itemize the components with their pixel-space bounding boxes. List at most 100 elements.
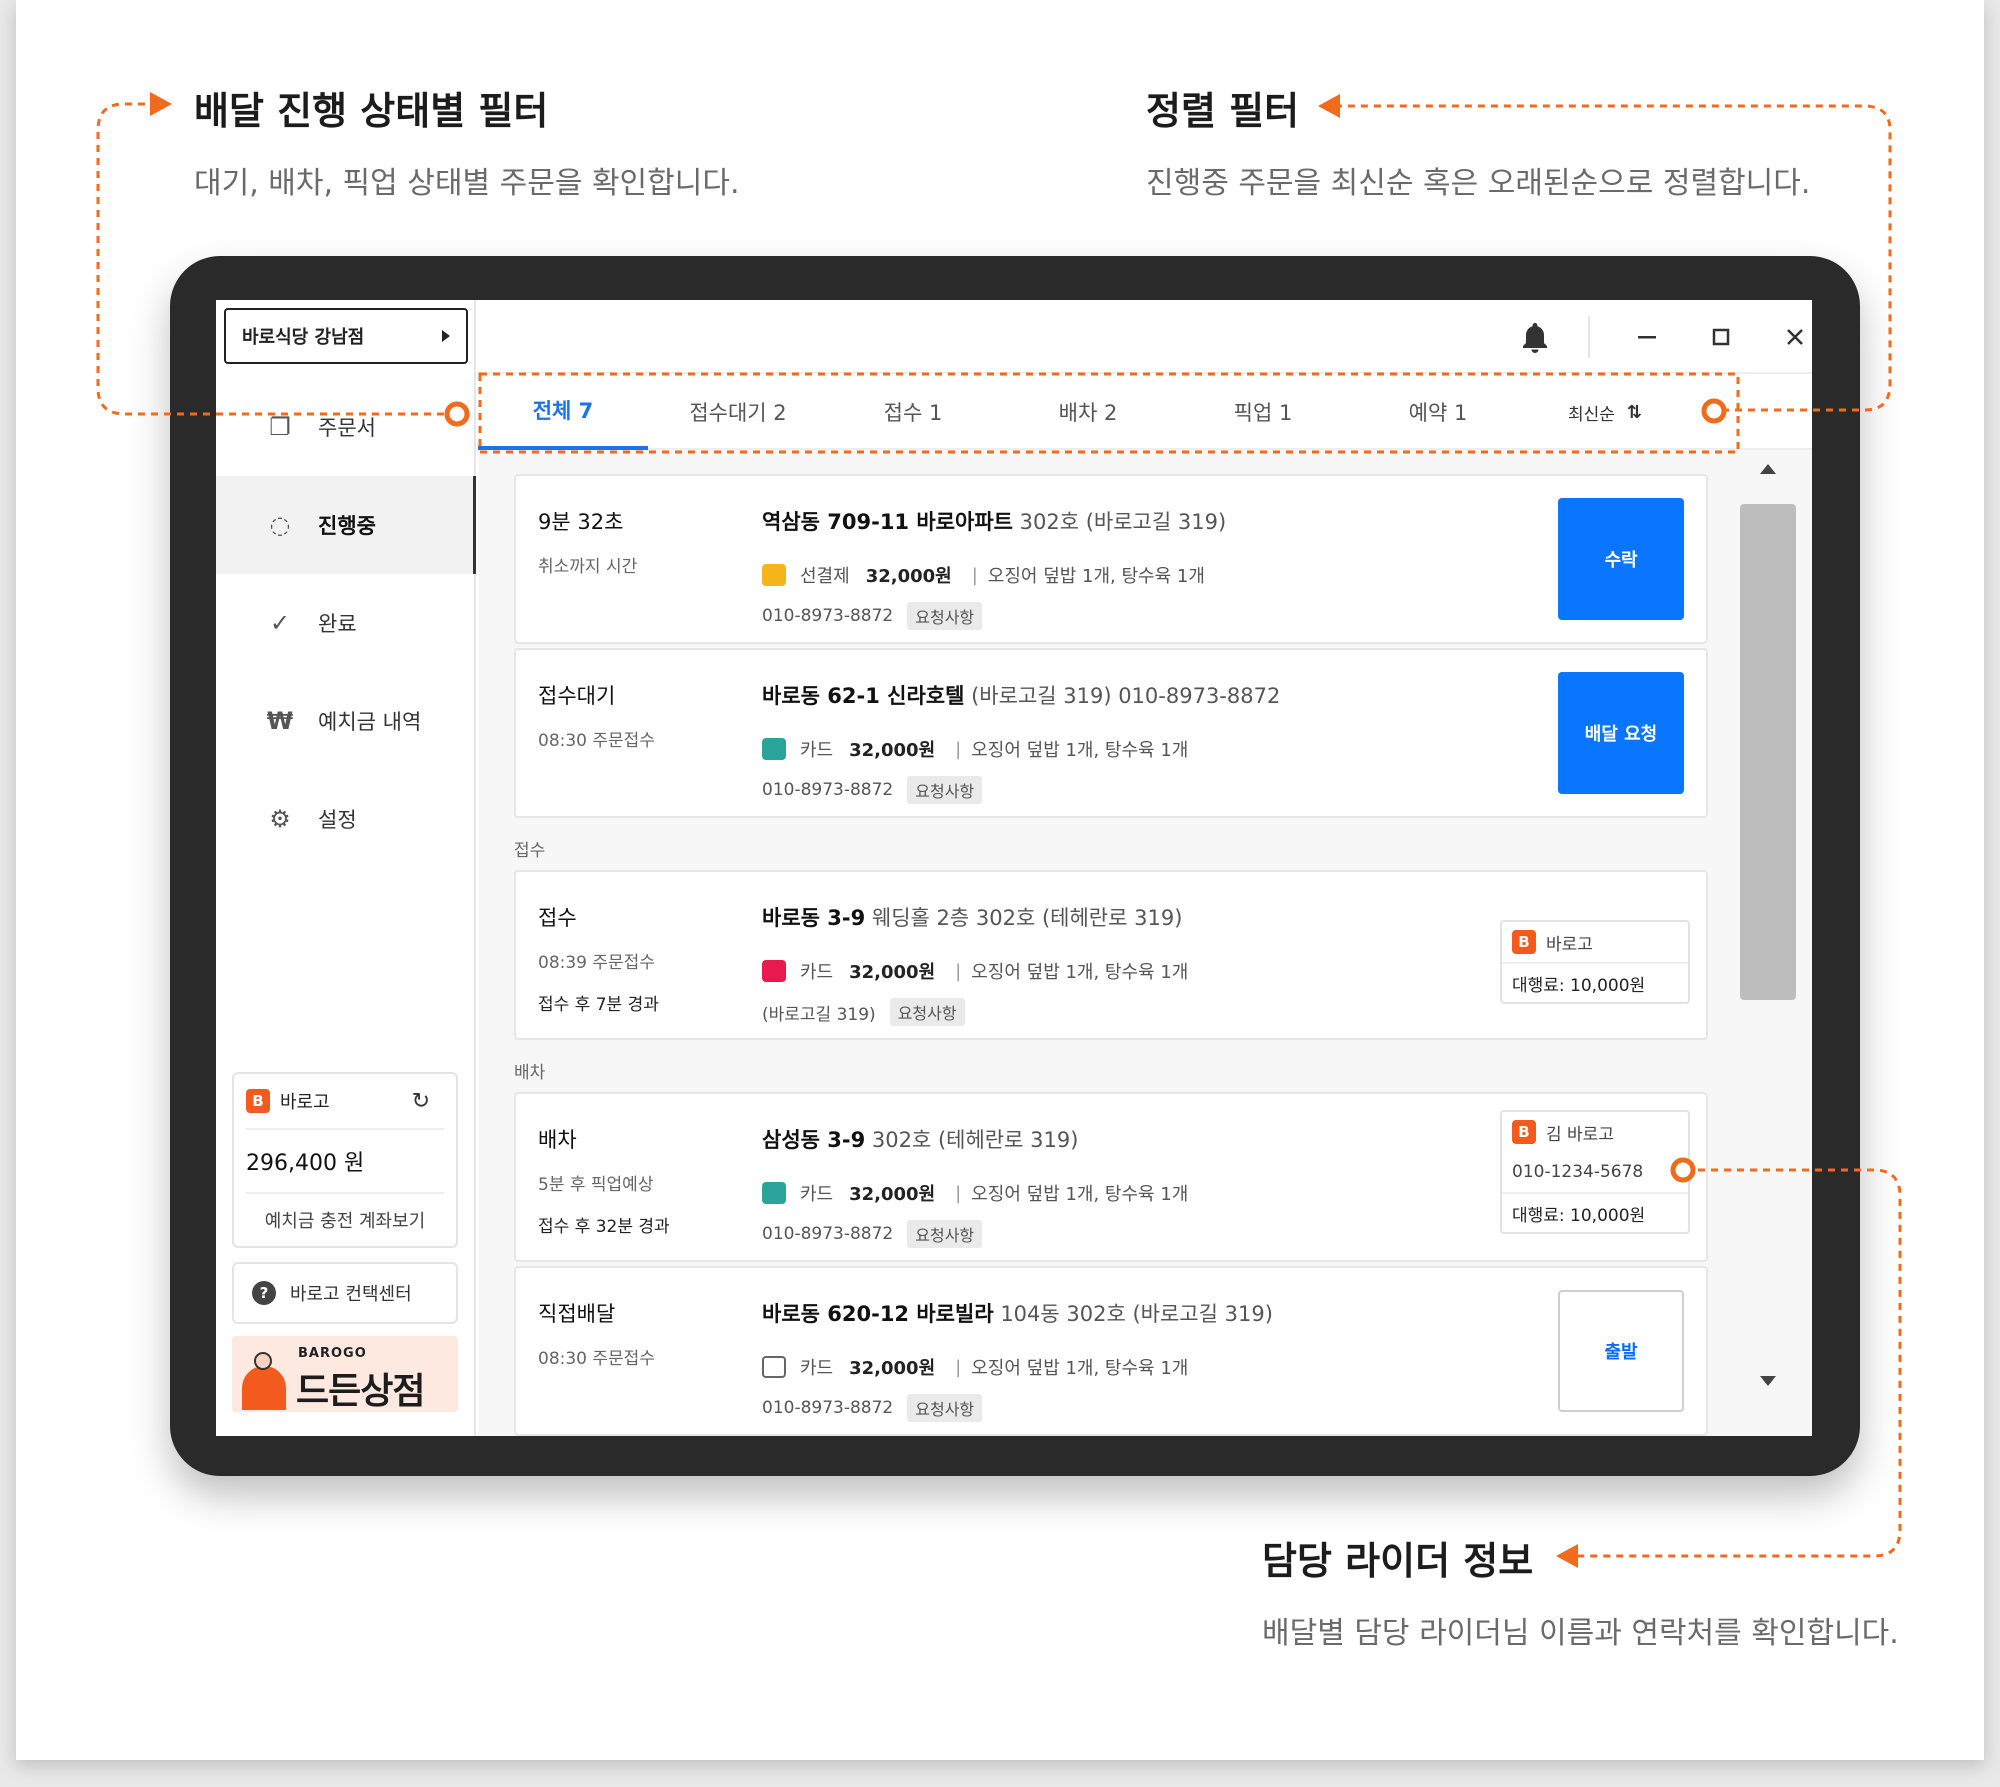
address-detail: 302호 (테헤란로 319) (865, 1128, 1079, 1152)
request-tag[interactable]: 요청사항 (907, 1394, 983, 1422)
card-payment-icon (762, 738, 786, 760)
payment-method: 카드 (800, 962, 834, 983)
app-window: 바로식당 강남점 ❐ 주문서 ◌ 진행중 ✓ 완료 ₩ 예치금 내역 ⚙ 설정 … (216, 300, 1812, 1436)
rider-name-row: B 바로고 (1502, 922, 1688, 962)
delivery-request-button[interactable]: 배달 요청 (1558, 672, 1684, 794)
address-detail: 웨딩홀 2층 302호 (테헤란로 319) (865, 906, 1183, 930)
section-label-accepted: 접수 (514, 841, 546, 861)
tab-all[interactable]: 전체 7 (478, 374, 648, 450)
separator: | (955, 1182, 962, 1204)
tab-dispatched[interactable]: 배차 2 (1003, 374, 1173, 450)
payment-amount: 32,000원 (849, 1184, 936, 1205)
caret-right-icon (442, 330, 450, 342)
address-main: 바로동 620-12 바로빌라 (762, 1302, 994, 1326)
sidebar-item-deposit[interactable]: ₩ 예치금 내역 (216, 672, 476, 770)
refresh-icon[interactable]: ↻ (412, 1089, 430, 1114)
address-detail: (바로고길 319) 010-8973-8872 (964, 684, 1281, 708)
scrollbar-thumb[interactable] (1740, 504, 1796, 1000)
deposit-amount: 296,400 원 (246, 1130, 444, 1194)
order-status: 접수대기 (538, 684, 616, 708)
order-card[interactable]: 접수 08:39 주문접수 접수 후 7분 경과 바로동 3-9 웨딩홀 2층 … (514, 870, 1708, 1040)
order-items: 오징어 덮밥 1개, 탕수육 1개 (971, 1358, 1189, 1379)
order-items: 오징어 덮밥 1개, 탕수육 1개 (987, 566, 1205, 587)
section-label-dispatched: 배차 (514, 1063, 546, 1083)
banner-illustration-head (254, 1352, 272, 1370)
tab-reserved[interactable]: 예약 1 (1353, 374, 1523, 450)
order-card[interactable]: 9분 32초 취소까지 시간 역삼동 709-11 바로아파트 302호 (바로… (514, 474, 1708, 644)
order-card[interactable]: 접수대기 08:30 주문접수 바로동 62-1 신라호텔 (바로고길 319)… (514, 648, 1708, 818)
sidebar-item-settings[interactable]: ⚙ 설정 (216, 770, 476, 868)
contact-center-button[interactable]: ? 바로고 컨택센터 (232, 1262, 458, 1324)
request-tag[interactable]: 요청사항 (907, 776, 983, 804)
banner-brand-large: 드든상점 (296, 1371, 425, 1412)
tab-pending[interactable]: 접수대기 2 (653, 374, 823, 450)
order-substatus: 5분 후 픽업예상 (538, 1175, 654, 1195)
payment-amount: 32,000원 (849, 740, 936, 761)
deposit-account-link[interactable]: 예치금 충전 계좌보기 (234, 1194, 456, 1246)
sidebar-item-label: 주문서 (318, 416, 376, 440)
rider-annotation-desc: 배달별 담당 라이더님 이름과 연락처를 확인합니다. (1262, 1616, 1899, 1651)
depart-button[interactable]: 출발 (1558, 1290, 1684, 1412)
store-name: 바로식당 강남점 (242, 327, 365, 348)
scroll-down-arrow-icon[interactable] (1760, 1376, 1776, 1386)
store-selector[interactable]: 바로식당 강남점 (224, 308, 468, 364)
rider-info: B 바로고 대행료: 10,000원 (1500, 920, 1690, 1004)
order-payment: 선결제 32,000원 | 오징어 덮밥 1개, 탕수육 1개 (762, 562, 1205, 588)
close-icon[interactable] (1778, 320, 1812, 354)
order-list: 9분 32초 취소까지 시간 역삼동 709-11 바로아파트 302호 (바로… (478, 450, 1812, 1436)
order-contact: 010-8973-8872 요청사항 (762, 776, 983, 804)
separator: | (955, 960, 962, 982)
order-contact: 010-8973-8872 요청사항 (762, 602, 983, 630)
deposit-header: B 바로고 ↻ (246, 1074, 444, 1130)
promo-banner[interactable]: BAROGO 드든상점 (232, 1336, 458, 1412)
card-payment-icon (762, 1182, 786, 1204)
sidebar-item-label: 예치금 내역 (318, 710, 422, 734)
sidebar-item-in-progress[interactable]: ◌ 진행중 (216, 476, 476, 574)
order-payment: 카드 32,000원 | 오징어 덮밥 1개, 탕수육 1개 (762, 1354, 1188, 1380)
order-contact: 010-8973-8872 요청사항 (762, 1394, 983, 1422)
request-tag[interactable]: 요청사항 (889, 998, 965, 1026)
sidebar-item-label: 완료 (318, 612, 357, 636)
rider-fee: 대행료: 10,000원 (1502, 1192, 1688, 1232)
sort-annotation-desc: 진행중 주문을 최신순 혹은 오래된순으로 정렬합니다. (1146, 166, 1811, 201)
bell-icon[interactable] (1518, 320, 1552, 354)
help-icon: ? (252, 1281, 276, 1305)
rider-annotation-title: 담당 라이더 정보 (1262, 1539, 1534, 1583)
order-status: 접수 (538, 906, 577, 930)
sort-toggle[interactable]: 최신순 ⇅ (1568, 374, 1642, 450)
minimize-icon[interactable] (1630, 320, 1664, 354)
order-card[interactable]: 배차 5분 후 픽업예상 접수 후 32분 경과 삼성동 3-9 302호 (테… (514, 1092, 1708, 1262)
sidebar-item-orders[interactable]: ❐ 주문서 (216, 378, 476, 476)
rider-name: 김 바로고 (1546, 1124, 1614, 1145)
address-main: 바로동 62-1 신라호텔 (762, 684, 965, 708)
order-items: 오징어 덮밥 1개, 탕수육 1개 (971, 1184, 1189, 1205)
tab-pickup[interactable]: 픽업 1 (1178, 374, 1348, 450)
maximize-icon[interactable] (1704, 320, 1738, 354)
request-tag[interactable]: 요청사항 (907, 602, 983, 630)
address-main: 바로동 3-9 (762, 906, 866, 930)
order-address: 바로동 62-1 신라호텔 (바로고길 319) 010-8973-8872 (762, 680, 1280, 710)
order-address: 바로동 3-9 웨딩홀 2층 302호 (테헤란로 319) (762, 902, 1182, 932)
sort-icon: ⇅ (1626, 401, 1643, 423)
title-bar-divider (1588, 316, 1590, 358)
payment-amount: 32,000원 (849, 1358, 936, 1379)
separator: | (971, 564, 978, 586)
check-icon: ✓ (269, 609, 291, 637)
payment-method: 카드 (800, 1358, 834, 1379)
request-tag[interactable]: 요청사항 (907, 1220, 983, 1248)
payment-method: 카드 (800, 740, 834, 761)
accept-button[interactable]: 수락 (1558, 498, 1684, 620)
tab-accepted[interactable]: 접수 1 (828, 374, 998, 450)
card-payment-icon (762, 960, 786, 982)
rider-phone: 010-1234-5678 (1512, 1162, 1644, 1182)
sidebar-item-completed[interactable]: ✓ 완료 (216, 574, 476, 672)
banner-brand-small: BAROGO (298, 1346, 367, 1361)
copy-icon (762, 1356, 786, 1378)
address-detail: 302호 (바로고길 319) (1012, 510, 1227, 534)
order-substatus: 취소까지 시간 (538, 557, 638, 577)
scroll-up-arrow-icon[interactable] (1760, 464, 1776, 474)
order-contact: 010-8973-8872 요청사항 (762, 1220, 983, 1248)
order-card[interactable]: 직접배달 08:30 주문접수 바로동 620-12 바로빌라 104동 302… (514, 1266, 1708, 1436)
sidebar-item-label: 진행중 (318, 514, 376, 538)
address-detail: 104동 302호 (바로고길 319) (993, 1302, 1273, 1326)
